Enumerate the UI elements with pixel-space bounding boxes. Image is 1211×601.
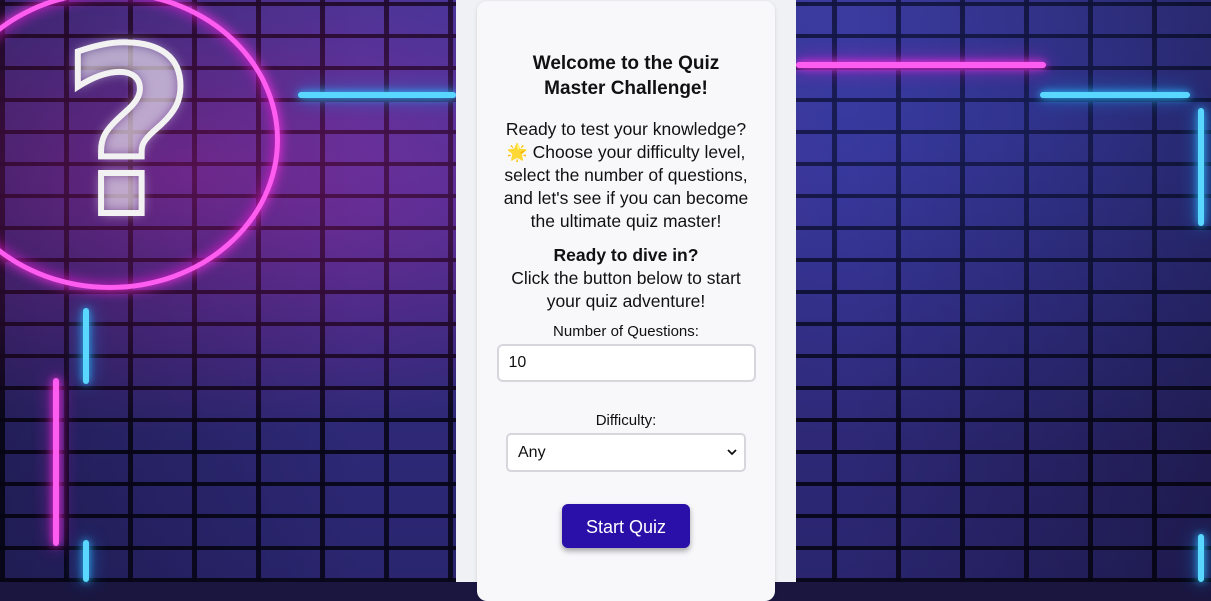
start-quiz-button[interactable]: Start Quiz bbox=[562, 504, 690, 548]
difficulty-label: Difficulty: bbox=[595, 412, 657, 429]
difficulty-select[interactable]: Any bbox=[506, 433, 746, 472]
neon-blue-line bbox=[83, 540, 89, 582]
neon-blue-line bbox=[1198, 534, 1204, 582]
neon-pink-line bbox=[796, 62, 1046, 68]
intro-instructions: Choose your difficulty level, select the… bbox=[503, 142, 749, 231]
page-title: Welcome to the Quiz Master Challenge! bbox=[532, 53, 720, 99]
intro-text: Ready to test your knowledge? 🌟 Choose y… bbox=[496, 118, 756, 233]
difficulty-selected-value: Any bbox=[518, 444, 546, 461]
quiz-card: Welcome to the Quiz Master Challenge! Re… bbox=[477, 1, 775, 601]
neon-blue-line bbox=[1198, 108, 1204, 226]
chevron-down-icon bbox=[727, 449, 737, 456]
dive-text: Click the button below to start your qui… bbox=[511, 268, 741, 311]
dive-heading: Ready to dive in? bbox=[553, 245, 699, 265]
num-questions-input[interactable]: 10 bbox=[496, 344, 756, 382]
glowing-star-icon: 🌟 bbox=[506, 143, 528, 162]
neon-question-mark-icon: ? bbox=[59, 1, 198, 268]
neon-blue-line bbox=[83, 308, 89, 384]
neon-pink-line bbox=[53, 378, 59, 546]
neon-blue-line bbox=[298, 92, 456, 98]
num-questions-label: Number of Questions: bbox=[553, 323, 699, 340]
intro-line: Ready to test your knowledge? bbox=[505, 119, 747, 139]
neon-blue-line bbox=[1040, 92, 1190, 98]
